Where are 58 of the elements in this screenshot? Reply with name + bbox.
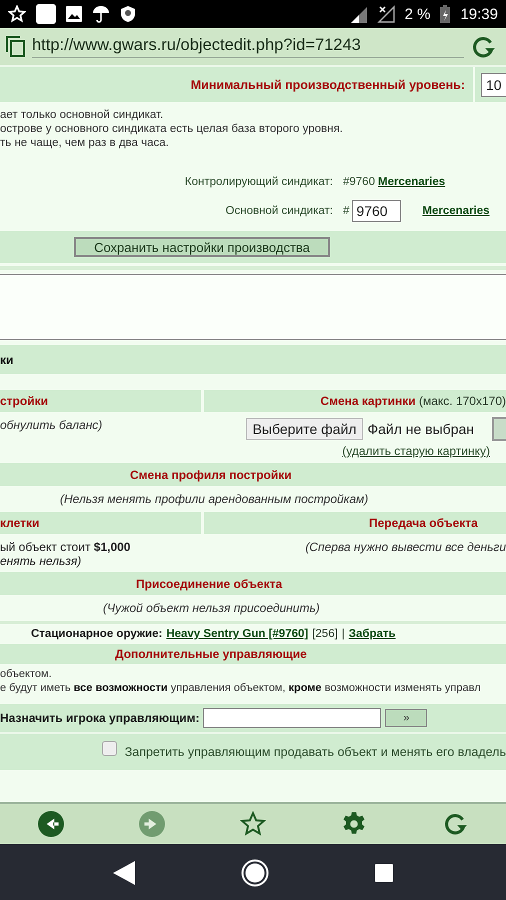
main-syndicate-label: Основной синдикат: bbox=[224, 204, 333, 216]
take-link[interactable]: Забрать bbox=[348, 628, 396, 640]
min-level-field[interactable]: 10 bbox=[481, 72, 506, 96]
home-icon[interactable] bbox=[241, 859, 269, 887]
section-heading: Передача объекта bbox=[369, 516, 478, 530]
clock: 19:39 bbox=[460, 6, 498, 22]
no-signal-icon bbox=[376, 5, 395, 23]
submit-button[interactable]: » bbox=[385, 709, 428, 727]
section-title: ки bbox=[0, 352, 14, 366]
hash-sign: # bbox=[343, 204, 350, 216]
shield-icon bbox=[120, 5, 136, 23]
note-text: обнулить баланс) bbox=[0, 418, 102, 432]
star-icon[interactable] bbox=[240, 811, 266, 837]
syndicate-link[interactable]: Mercenaries bbox=[422, 204, 490, 216]
settings-icon[interactable] bbox=[341, 811, 368, 837]
note-text: е будут иметь все возможности управления объектом, кроме возможности изменять управл bbox=[0, 681, 482, 695]
section-heading: клетки bbox=[0, 516, 40, 530]
section-heading: Дополнительные управляющие bbox=[115, 647, 307, 661]
note-text: ый объект стоит $1,000 bbox=[0, 540, 132, 554]
umbrella-icon bbox=[92, 5, 110, 23]
note-text: острове у основного синдиката есть целая база второго уровня. bbox=[0, 122, 344, 136]
note-text: объектом. bbox=[0, 667, 53, 681]
back-icon[interactable] bbox=[113, 861, 135, 885]
star-icon bbox=[8, 5, 26, 23]
weapon-count: [256] bbox=[312, 628, 338, 640]
syndicate-number: #9760 bbox=[343, 176, 375, 188]
image-icon bbox=[66, 6, 82, 22]
note-text: ть не чаще, чем раз в два часа. bbox=[0, 136, 170, 150]
section-heading: Присоединение объекта bbox=[136, 576, 282, 590]
note-text: (Сперва нужно вывести все деньги bbox=[305, 540, 506, 556]
choose-file-button[interactable]: Выберите файл bbox=[246, 418, 364, 440]
controlling-syndicate-label: Контролирующий синдикат: bbox=[184, 176, 333, 188]
app-icon bbox=[36, 4, 56, 24]
syndicate-link[interactable]: Mercenaries bbox=[378, 176, 446, 188]
syndicate-field[interactable]: 9760 bbox=[352, 200, 402, 222]
note-text: (Чужой объект нельзя присоединить) bbox=[103, 601, 320, 615]
back-icon[interactable] bbox=[38, 811, 64, 837]
section-heading: стройки bbox=[0, 394, 48, 408]
checkbox-label: Запретить управляющим продавать объект и менять его владель bbox=[124, 745, 506, 759]
section-heading: Смена профиля постройки bbox=[130, 468, 292, 482]
note-text: (Нельзя менять профили арендованным постройкам) bbox=[60, 492, 368, 506]
assign-label: Назначить игрока управляющим: bbox=[0, 711, 200, 725]
separator: | bbox=[342, 628, 345, 640]
weapon-link[interactable]: Heavy Sentry Gun [#9760] bbox=[166, 628, 308, 640]
delete-picture-link[interactable]: (удалить старую картинку) bbox=[342, 444, 490, 458]
tabs-icon[interactable] bbox=[6, 36, 26, 58]
checkbox[interactable] bbox=[102, 740, 117, 756]
player-field[interactable] bbox=[203, 708, 382, 728]
weapon-label: Стационарное оружие: bbox=[31, 628, 162, 640]
save-button[interactable]: Сохранить настройки производства bbox=[74, 237, 330, 257]
file-status: Файл не выбран bbox=[367, 421, 474, 437]
battery-percent: 2 % bbox=[404, 6, 430, 22]
note-text: ает только основной синдикат. bbox=[0, 108, 164, 122]
battery-icon bbox=[440, 5, 450, 23]
reload-icon[interactable] bbox=[442, 811, 468, 837]
section-heading: Смена картинки (макс. 170x170) bbox=[320, 394, 506, 408]
min-level-label: Минимальный производственный уровень: bbox=[190, 78, 465, 92]
note-text: енять нельзя) bbox=[0, 554, 82, 568]
